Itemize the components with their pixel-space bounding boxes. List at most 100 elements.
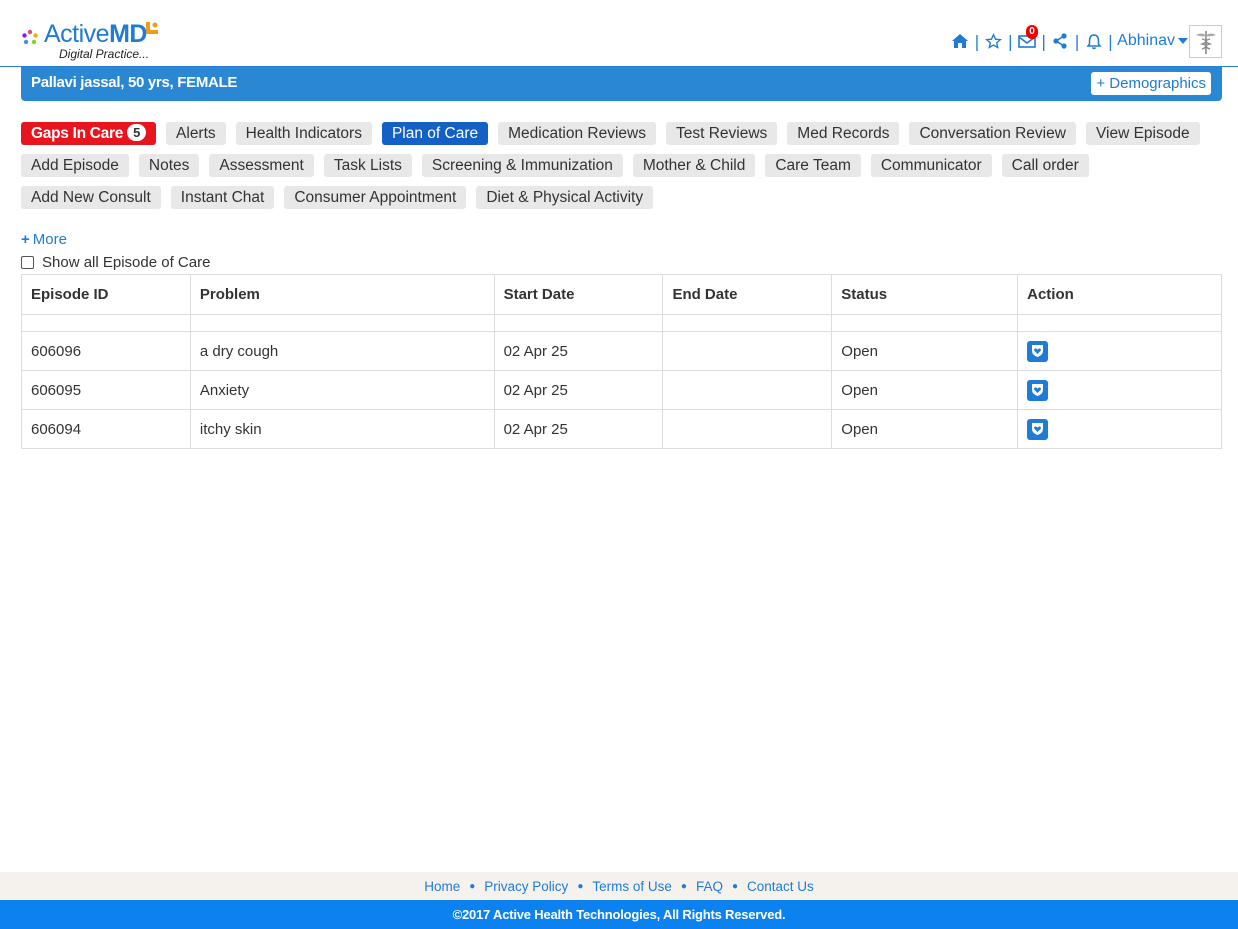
episode-id-cell: 606095 xyxy=(21,370,191,410)
action-cell xyxy=(1017,370,1222,410)
table-spacer-row xyxy=(21,314,1222,332)
end-date-cell xyxy=(662,370,833,410)
nav-separator: | xyxy=(1074,31,1080,51)
col-start-date: Start Date xyxy=(493,274,664,315)
footer-dot: ● xyxy=(731,880,738,892)
tab-communicator[interactable]: Communicator xyxy=(870,154,992,177)
tab-task-lists[interactable]: Task Lists xyxy=(323,154,412,177)
tab-add-episode[interactable]: Add Episode xyxy=(21,154,129,177)
tab-call-order[interactable]: Call order xyxy=(1001,154,1089,177)
table-row: 606095 Anxiety 02 Apr 25 Open xyxy=(21,370,1222,410)
gaps-count-badge: 5 xyxy=(127,124,147,141)
status-cell: Open xyxy=(831,409,1019,449)
demographics-button[interactable]: + Demographics xyxy=(1091,72,1211,95)
mail-count-badge: 0 xyxy=(1026,25,1038,39)
end-date-cell xyxy=(662,331,833,371)
logo-wordmark: ActiveMD xyxy=(44,20,147,48)
tab-screening-immunization[interactable]: Screening & Immunization xyxy=(421,154,623,177)
tab-alerts[interactable]: Alerts xyxy=(166,122,226,145)
logo-tagline: Digital Practice... xyxy=(59,47,150,61)
problem-cell: a dry cough xyxy=(189,331,495,371)
nav-separator: | xyxy=(1041,31,1047,51)
footer-dot: ● xyxy=(577,880,584,892)
tab-notes[interactable]: Notes xyxy=(138,154,200,177)
tab-plan-of-care[interactable]: Plan of Care xyxy=(381,122,489,145)
footer-copyright: ©2017 Active Health Technologies, All Ri… xyxy=(0,900,1238,929)
mail-icon[interactable]: 0 xyxy=(1017,25,1038,51)
footer-dot: ● xyxy=(680,880,687,892)
action-cell xyxy=(1017,409,1222,449)
tab-assessment[interactable]: Assessment xyxy=(209,154,314,177)
col-action: Action xyxy=(1017,274,1222,315)
problem-cell: Anxiety xyxy=(189,370,495,410)
footer-link-faq[interactable]: FAQ xyxy=(696,879,723,894)
tab-care-team[interactable]: Care Team xyxy=(765,154,861,177)
problem-cell: itchy skin xyxy=(189,409,495,449)
table-row: 606096 a dry cough 02 Apr 25 Open xyxy=(21,331,1222,371)
footer-link-home[interactable]: Home xyxy=(424,879,460,894)
tab-gaps-in-care[interactable]: Gaps In Care 5 xyxy=(21,122,157,145)
star-icon[interactable] xyxy=(984,31,1004,51)
show-all-episodes-toggle[interactable]: Show all Episode of Care xyxy=(21,254,210,271)
tab-row-2: Add Episode Notes Assessment Task Lists … xyxy=(21,154,1221,177)
patient-summary: Pallavi jassal, 50 yrs, FEMALE xyxy=(31,74,238,91)
start-date-cell: 02 Apr 25 xyxy=(493,370,664,410)
status-cell: Open xyxy=(831,370,1019,410)
tab-mother-child[interactable]: Mother & Child xyxy=(632,154,756,177)
tab-conversation-review[interactable]: Conversation Review xyxy=(909,122,1076,145)
episode-id-cell: 606096 xyxy=(21,331,191,371)
tab-row-1: Gaps In Care 5 Alerts Health Indicators P… xyxy=(21,122,1221,145)
tab-med-records[interactable]: Med Records xyxy=(787,122,900,145)
logo-flower-icon xyxy=(22,29,38,45)
show-all-checkbox[interactable] xyxy=(21,256,34,269)
top-nav: | | 0 | | | Abhinav xyxy=(950,25,1188,52)
share-icon[interactable] xyxy=(1050,31,1070,51)
more-link[interactable]: + More xyxy=(21,231,67,248)
nav-separator: | xyxy=(974,31,980,51)
episodes-table: Episode ID Problem Start Date End Date S… xyxy=(21,274,1222,449)
care-plan-icon[interactable] xyxy=(1027,418,1049,440)
action-cell xyxy=(1017,331,1222,371)
end-date-cell xyxy=(662,409,833,449)
footer-link-privacy[interactable]: Privacy Policy xyxy=(484,879,568,894)
chevron-down-icon xyxy=(1178,37,1188,44)
user-menu[interactable]: Abhinav xyxy=(1117,32,1188,50)
care-plan-icon[interactable] xyxy=(1027,340,1049,362)
col-problem: Problem xyxy=(189,274,495,315)
status-cell: Open xyxy=(831,331,1019,371)
footer-dot: ● xyxy=(469,880,476,892)
tab-test-reviews[interactable]: Test Reviews xyxy=(665,122,778,145)
tab-medication-reviews[interactable]: Medication Reviews xyxy=(498,122,656,145)
start-date-cell: 02 Apr 25 xyxy=(493,409,664,449)
care-plan-icon[interactable] xyxy=(1027,379,1049,401)
tab-instant-chat[interactable]: Instant Chat xyxy=(170,186,275,209)
plus-icon: + xyxy=(21,231,30,248)
footer-link-terms[interactable]: Terms of Use xyxy=(592,879,672,894)
footer-links: Home ● Privacy Policy ● Terms of Use ● F… xyxy=(0,872,1238,900)
bell-icon[interactable] xyxy=(1084,31,1104,51)
table-row: 606094 itchy skin 02 Apr 25 Open xyxy=(21,409,1222,449)
tab-add-new-consult[interactable]: Add New Consult xyxy=(21,186,161,209)
tab-view-episode[interactable]: View Episode xyxy=(1085,122,1200,145)
caduceus-icon xyxy=(1195,30,1216,54)
nav-separator: | xyxy=(1007,31,1013,51)
episode-id-cell: 606094 xyxy=(21,409,191,449)
show-all-label: Show all Episode of Care xyxy=(42,254,211,271)
avatar[interactable] xyxy=(1189,25,1222,58)
start-date-cell: 02 Apr 25 xyxy=(493,331,664,371)
logo-accent-icon xyxy=(146,22,158,34)
footer-link-contact[interactable]: Contact Us xyxy=(747,879,814,894)
app-header: ActiveMD Digital Practice... | | 0 | | |… xyxy=(0,0,1238,67)
table-header-row: Episode ID Problem Start Date End Date S… xyxy=(21,274,1222,315)
tab-row-3: Add New Consult Instant Chat Consumer Ap… xyxy=(21,186,1221,209)
nav-separator: | xyxy=(1107,31,1114,51)
tab-diet-physical-activity[interactable]: Diet & Physical Activity xyxy=(476,186,654,209)
tab-health-indicators[interactable]: Health Indicators xyxy=(235,122,372,145)
patient-banner: Pallavi jassal, 50 yrs, FEMALE + Demogra… xyxy=(21,67,1222,101)
col-status: Status xyxy=(831,274,1019,315)
col-episode-id: Episode ID xyxy=(21,274,191,315)
activemd-logo[interactable]: ActiveMD Digital Practice... xyxy=(20,20,170,64)
col-end-date: End Date xyxy=(662,274,833,315)
home-icon[interactable] xyxy=(950,31,970,51)
tab-consumer-appointment[interactable]: Consumer Appointment xyxy=(284,186,467,209)
